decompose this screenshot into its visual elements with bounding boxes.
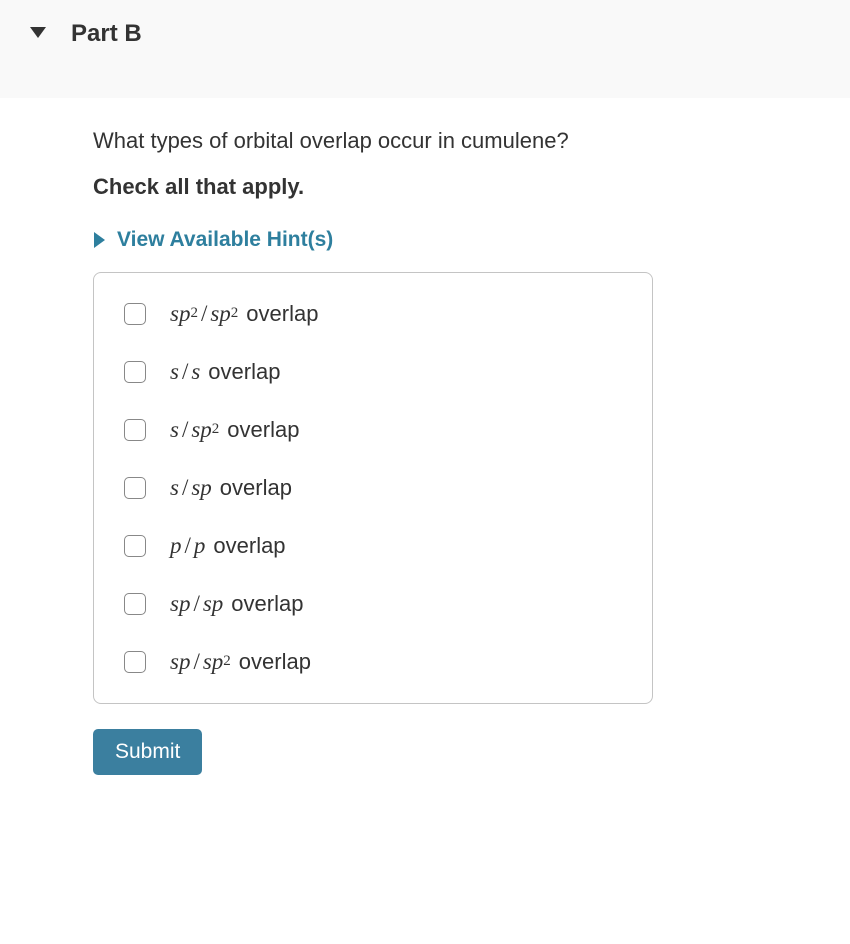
option-checkbox[interactable] [124, 535, 146, 557]
question-text: What types of orbital overlap occur in c… [93, 128, 850, 154]
option-label: sp / sp2 overlap [170, 649, 311, 675]
part-header: Part B [0, 0, 850, 98]
option-row: sp2 / sp2 overlap [124, 301, 622, 327]
option-row: s / sp2 overlap [124, 417, 622, 443]
option-checkbox[interactable] [124, 477, 146, 499]
option-label: s / sp overlap [170, 475, 292, 501]
option-checkbox[interactable] [124, 651, 146, 673]
option-row: p / p overlap [124, 533, 622, 559]
hints-label: View Available Hint(s) [117, 228, 333, 252]
option-row: sp / sp overlap [124, 591, 622, 617]
options-container: sp2 / sp2 overlap s / s overlap s / sp2 … [93, 272, 653, 704]
option-label: s / s overlap [170, 359, 280, 385]
submit-button[interactable]: Submit [93, 729, 202, 775]
option-checkbox[interactable] [124, 303, 146, 325]
option-row: s / sp overlap [124, 475, 622, 501]
option-label: sp2 / sp2 overlap [170, 301, 318, 327]
hints-toggle[interactable]: View Available Hint(s) [93, 228, 850, 252]
option-checkbox[interactable] [124, 361, 146, 383]
option-checkbox[interactable] [124, 593, 146, 615]
option-label: p / p overlap [170, 533, 286, 559]
option-row: sp / sp2 overlap [124, 649, 622, 675]
option-row: s / s overlap [124, 359, 622, 385]
collapse-icon[interactable] [30, 27, 46, 38]
part-title: Part B [71, 20, 142, 48]
option-label: s / sp2 overlap [170, 417, 299, 443]
option-checkbox[interactable] [124, 419, 146, 441]
option-label: sp / sp overlap [170, 591, 303, 617]
chevron-right-icon [94, 232, 105, 248]
instruction-text: Check all that apply. [93, 174, 850, 200]
question-content: What types of orbital overlap occur in c… [0, 98, 850, 805]
